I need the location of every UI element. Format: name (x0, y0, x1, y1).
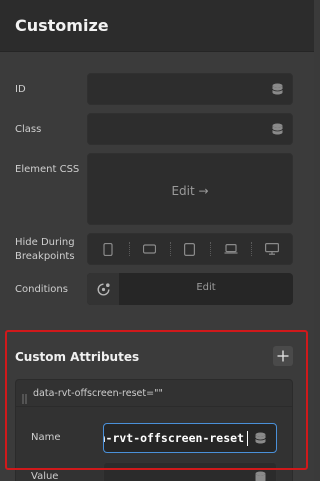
conditions-edit-button[interactable]: Edit (119, 282, 293, 293)
desktop-icon[interactable] (251, 234, 292, 264)
conditions-label: Conditions (15, 284, 68, 295)
element-css-edit-link[interactable]: Edit → (88, 184, 292, 198)
id-label: ID (15, 84, 26, 95)
dynamic-data-icon[interactable] (272, 83, 283, 95)
customize-panel: Customize ID Class Element CSS Edit → Hi… (0, 0, 314, 481)
panel-header: Customize (0, 0, 314, 52)
mobile-portrait-icon[interactable] (88, 234, 129, 264)
conditions-icon[interactable] (87, 273, 119, 305)
hide-breakpoints-label: Hide During Breakpoints (15, 236, 75, 264)
laptop-icon[interactable] (210, 234, 251, 264)
element-css-label: Element CSS (15, 164, 80, 175)
dynamic-data-icon[interactable] (272, 123, 283, 135)
id-field[interactable] (87, 73, 293, 105)
highlight-annotation (5, 330, 308, 470)
breakpoint-toggles (87, 233, 293, 265)
conditions-control[interactable]: Edit (87, 273, 293, 305)
mobile-landscape-icon[interactable] (128, 234, 170, 264)
class-field[interactable] (87, 113, 293, 145)
panel-title: Customize (15, 16, 109, 35)
hide-breakpoints-label-line1: Hide During (15, 237, 75, 248)
class-label: Class (15, 124, 42, 135)
attribute-value-label: Value (31, 471, 59, 481)
element-css-editor[interactable]: Edit → (87, 153, 293, 225)
hide-breakpoints-label-line2: Breakpoints (15, 251, 75, 262)
tablet-icon[interactable] (169, 234, 211, 264)
dynamic-data-icon[interactable] (255, 471, 266, 481)
